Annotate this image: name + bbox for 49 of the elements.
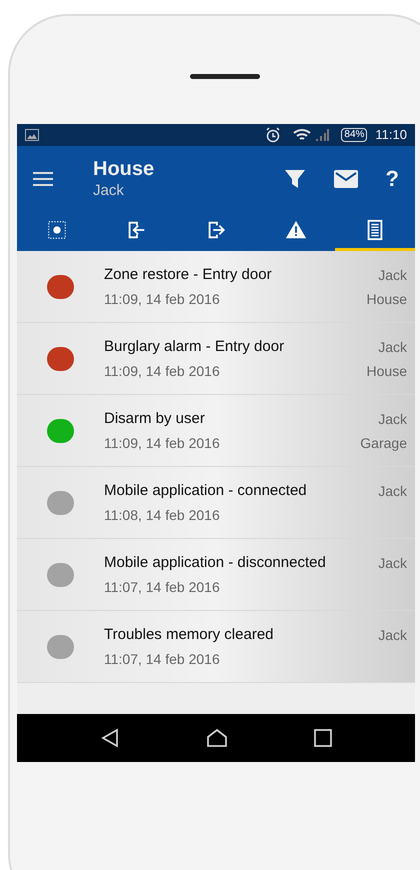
event-time: 11:07, 14 feb 2016 — [104, 650, 221, 668]
event-user: Jack — [378, 554, 407, 572]
event-row[interactable]: Disarm by user 11:09, 14 feb 2016 Jack Garage — [17, 395, 415, 467]
warning-icon — [284, 218, 307, 240]
filter-icon — [284, 168, 306, 190]
event-time: 11:09, 14 feb 2016 — [104, 362, 221, 380]
app-subtitle: Jack — [93, 180, 125, 200]
event-user: Jack — [378, 626, 407, 644]
square-icon — [314, 729, 332, 747]
event-row[interactable]: Mobile application - connected 11:08, 14 feb 2016 Jack — [17, 467, 415, 539]
event-user: Jack — [378, 266, 407, 284]
back-button[interactable] — [100, 728, 120, 748]
message-button[interactable] — [334, 170, 358, 188]
event-user: Jack — [378, 338, 407, 356]
event-user: Jack — [378, 482, 407, 500]
back-triangle-icon — [100, 728, 120, 748]
help-button[interactable]: ? — [386, 162, 399, 195]
filter-button[interactable] — [284, 168, 306, 190]
wifi-icon — [293, 128, 312, 142]
event-user: Jack — [378, 410, 407, 428]
event-location: House — [366, 290, 407, 308]
event-title: Zone restore - Entry door — [104, 264, 273, 284]
app-title: House — [93, 156, 156, 180]
event-title: Troubles memory cleared — [104, 624, 275, 644]
home-icon — [206, 728, 228, 748]
speaker-slot — [190, 74, 260, 79]
event-location: House — [366, 362, 407, 380]
event-title: Mobile application - disconnected — [104, 552, 327, 572]
event-title: Mobile application - connected — [104, 480, 308, 500]
clock-time: 11:10 — [375, 126, 407, 144]
envelope-icon — [334, 170, 358, 188]
event-row[interactable]: Burglary alarm - Entry door 11:09, 14 feb 2016 Jack House — [17, 323, 415, 395]
home-button[interactable] — [206, 728, 228, 748]
event-row[interactable]: Troubles memory cleared 11:07, 14 feb 2016 Jack — [17, 611, 415, 683]
event-time: 11:08, 14 feb 2016 — [104, 506, 221, 524]
event-location: Garage — [360, 434, 407, 453]
event-title: Disarm by user — [104, 408, 206, 428]
event-row[interactable]: Mobile application - disconnected 11:07, 14 feb 2016 Jack — [17, 539, 415, 611]
event-row[interactable]: Zone restore - Entry door 11:09, 14 feb 2016 Jack House — [17, 251, 415, 323]
signal-icon — [315, 128, 330, 142]
keypad-icon — [46, 218, 68, 240]
event-title: Burglary alarm - Entry door — [104, 336, 286, 356]
event-time: 11:09, 14 feb 2016 — [104, 434, 221, 452]
image-icon — [25, 129, 39, 141]
battery-level: 84% — [341, 128, 368, 142]
event-time: 11:09, 14 feb 2016 — [104, 290, 221, 308]
recents-button[interactable] — [314, 729, 332, 747]
event-time: 11:07, 14 feb 2016 — [104, 578, 221, 596]
alarm-clock-icon — [265, 127, 282, 143]
